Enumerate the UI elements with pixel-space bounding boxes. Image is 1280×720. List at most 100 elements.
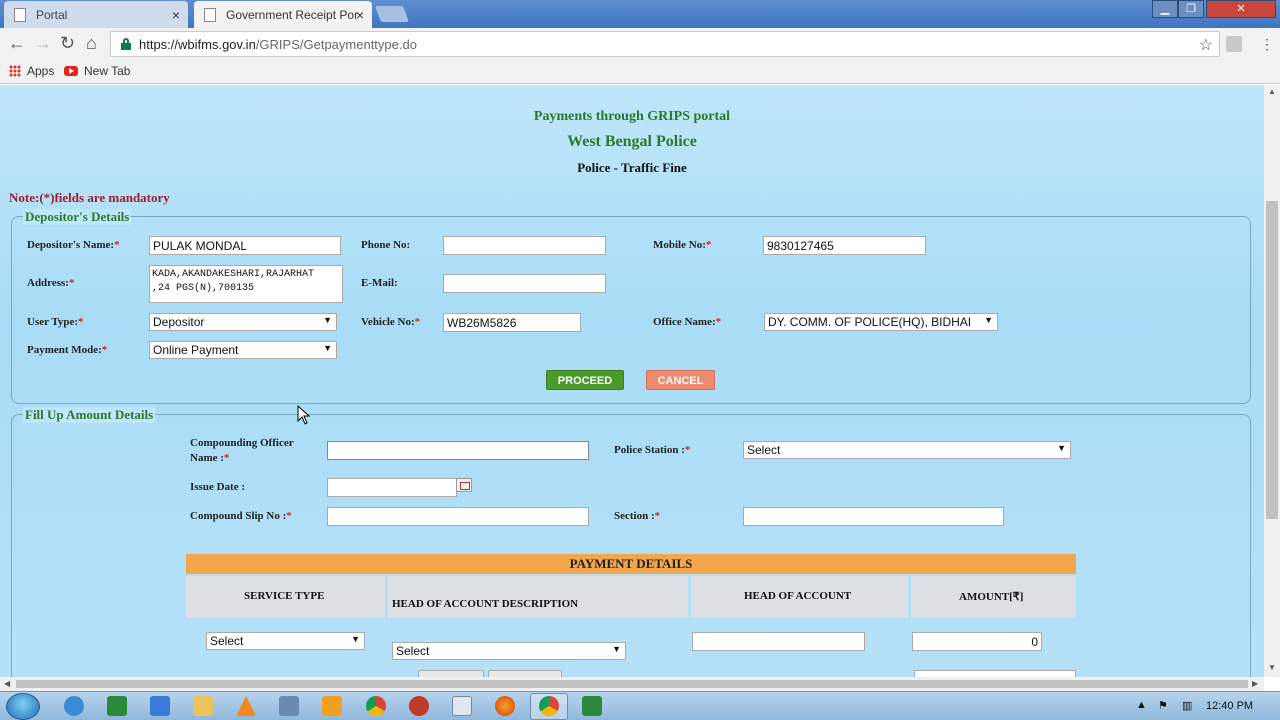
start-button[interactable] xyxy=(6,693,40,720)
page-icon xyxy=(14,7,26,22)
service-type-select[interactable]: Select ▼ xyxy=(206,632,365,650)
app-f-icon[interactable] xyxy=(150,696,170,716)
firefox-icon[interactable] xyxy=(495,696,515,716)
office-label: Office Name:* xyxy=(653,316,722,328)
taskbar: ▲ ⚑ ▥ 12:40 PM xyxy=(0,691,1280,720)
home-icon[interactable]: ⌂ xyxy=(86,34,97,52)
office-select[interactable]: DY. COMM. OF POLICE(HQ), BIDHAI ▼ xyxy=(764,313,998,331)
folder-icon[interactable] xyxy=(193,696,213,716)
minimize-button[interactable]: ▁ xyxy=(1152,0,1178,18)
tab-label: Government Receipt Por xyxy=(226,7,359,22)
address-textarea[interactable]: KADA,AKANDAKESHARI,RAJARHAT ,24 PGS(N),7… xyxy=(149,265,343,303)
back-icon[interactable]: ← xyxy=(8,34,26,52)
mobile-input[interactable]: 9830127465 xyxy=(763,236,926,255)
page-content: Payments through GRIPS portal West Benga… xyxy=(0,85,1264,677)
slip-no-input[interactable] xyxy=(327,507,589,526)
dropdown-arrow-icon: ▼ xyxy=(323,315,332,325)
chrome-icon[interactable] xyxy=(366,696,386,716)
scroll-up-icon[interactable]: ▲ xyxy=(1268,87,1276,96)
flag-icon[interactable]: ⚑ xyxy=(1158,699,1168,712)
bookmark-label: Apps xyxy=(27,64,55,78)
delete-row-button[interactable] xyxy=(488,670,562,677)
mouse-cursor-icon xyxy=(297,405,311,425)
network-icon[interactable]: ▥ xyxy=(1182,699,1192,712)
department-title: West Bengal Police xyxy=(567,133,697,150)
extension-icon[interactable] xyxy=(1226,36,1242,52)
clock[interactable]: 12:40 PM xyxy=(1206,700,1253,712)
section-input[interactable] xyxy=(743,507,1004,526)
close-icon[interactable]: × xyxy=(356,7,364,23)
issue-date-input[interactable] xyxy=(327,478,457,497)
phone-input[interactable] xyxy=(443,236,606,255)
police-station-select[interactable]: Select ▼ xyxy=(743,441,1071,459)
app-window-icon[interactable] xyxy=(452,696,472,716)
issue-date-label: Issue Date : xyxy=(190,481,245,493)
excel-icon[interactable] xyxy=(107,696,127,716)
service-type-value: Select xyxy=(210,634,244,648)
bookmarks-bar: Apps New Tab xyxy=(0,60,1280,84)
close-icon[interactable]: × xyxy=(172,7,180,23)
app-shield-icon[interactable] xyxy=(279,696,299,716)
address-bar[interactable]: https://wbifms.gov.in/GRIPS/Getpaymentty… xyxy=(110,31,1220,57)
proceed-button[interactable]: PROCEED xyxy=(546,370,624,390)
browser-toolbar: ← → ↻ ⌂ https://wbifms.gov.in/GRIPS/Getp… xyxy=(0,28,1280,60)
vehicle-input[interactable]: WB26M5826 xyxy=(443,313,581,332)
officer-name-input[interactable] xyxy=(327,441,589,460)
page-icon xyxy=(204,7,216,22)
excel-icon[interactable] xyxy=(582,696,602,716)
new-tab-button[interactable] xyxy=(375,6,409,22)
payment-mode-value: Online Payment xyxy=(153,343,239,357)
ie-icon[interactable] xyxy=(64,696,84,716)
window-close-button[interactable]: ✕ xyxy=(1206,0,1276,18)
vlc-icon[interactable] xyxy=(236,696,256,716)
youtube-icon xyxy=(64,66,78,76)
vehicle-label: Vehicle No:* xyxy=(361,316,421,328)
scroll-thumb[interactable] xyxy=(1266,201,1278,519)
officer-name-label: Compounding Officer Name :* xyxy=(190,437,294,464)
dropdown-arrow-icon: ▼ xyxy=(984,315,993,325)
scroll-thumb[interactable] xyxy=(16,680,1248,688)
payment-mode-select[interactable]: Online Payment ▼ xyxy=(149,341,337,359)
user-type-value: Depositor xyxy=(153,315,205,329)
portal-title: Payments through GRIPS portal xyxy=(533,109,731,124)
add-row-button[interactable] xyxy=(418,670,484,677)
address-label: Address:* xyxy=(27,277,75,289)
amount-input[interactable]: 0 xyxy=(912,632,1042,651)
chrome-icon[interactable] xyxy=(539,696,559,716)
office-value: DY. COMM. OF POLICE(HQ), BIDHAI xyxy=(768,315,972,329)
media-player-icon[interactable] xyxy=(322,696,342,716)
browser-tab-strip: Portal × Government Receipt Por × ▁ ❐ ✕ xyxy=(0,0,1280,28)
description-select[interactable]: Select ▼ xyxy=(392,642,626,660)
vertical-scrollbar[interactable]: ▲ ▼ xyxy=(1264,85,1280,677)
calendar-icon[interactable] xyxy=(456,478,472,492)
forward-icon[interactable]: → xyxy=(34,34,52,52)
payment-mode-label: Payment Mode:* xyxy=(27,344,108,356)
scroll-right-icon[interactable]: ▶ xyxy=(1252,679,1258,688)
app-red-icon[interactable] xyxy=(409,696,429,716)
amount-details-legend: Fill Up Amount Details xyxy=(23,407,156,423)
police-station-label: Police Station :* xyxy=(614,444,691,456)
restore-button[interactable]: ❐ xyxy=(1178,0,1204,18)
reload-icon[interactable]: ↻ xyxy=(60,34,75,52)
horizontal-scrollbar[interactable]: ◀ ▶ xyxy=(0,677,1264,691)
bookmark-new-tab[interactable]: New Tab xyxy=(64,64,130,78)
tab-portal[interactable]: Portal × xyxy=(4,1,188,28)
lock-icon xyxy=(121,38,131,50)
depositor-details-legend: Depositor's Details xyxy=(23,209,132,225)
menu-icon[interactable]: ⋮ xyxy=(1260,36,1274,53)
cancel-button[interactable]: CANCEL xyxy=(646,370,715,390)
mandatory-note: Note:(*)fields are mandatory xyxy=(9,190,170,205)
tab-label: Portal xyxy=(36,7,68,22)
scroll-left-icon[interactable]: ◀ xyxy=(4,679,10,688)
scroll-down-icon[interactable]: ▼ xyxy=(1268,663,1276,672)
dropdown-arrow-icon: ▼ xyxy=(1057,443,1066,453)
tray-arrow-icon[interactable]: ▲ xyxy=(1136,699,1147,711)
head-of-account-input[interactable] xyxy=(692,632,865,651)
bookmark-star-icon[interactable]: ☆ xyxy=(1199,35,1213,55)
depositor-name-input[interactable]: PULAK MONDAL xyxy=(149,236,341,255)
slip-no-label: Compound Slip No :* xyxy=(190,510,292,522)
user-type-select[interactable]: Depositor ▼ xyxy=(149,313,337,331)
bookmark-apps[interactable]: Apps xyxy=(9,64,54,78)
email-input[interactable] xyxy=(443,274,606,293)
tab-government-receipt[interactable]: Government Receipt Por × xyxy=(194,1,372,28)
